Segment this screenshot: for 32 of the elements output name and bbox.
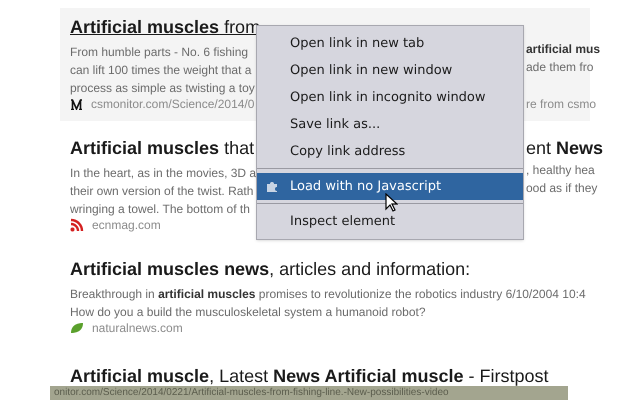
menu-item[interactable]: Inspect element — [257, 208, 523, 235]
snippet-text: ade them fro — [526, 59, 594, 76]
snippet-text: In the heart, as in the movies, 3D a — [70, 166, 256, 180]
menu-item[interactable]: Open link in incognito window — [257, 84, 523, 111]
snippet-text: artificial mus — [526, 41, 600, 58]
menu-item[interactable]: Copy link address — [257, 138, 523, 165]
cursor-icon — [385, 193, 398, 212]
snippet-text: From humble parts - No. 6 fishing — [70, 45, 248, 59]
source-url: ecnmag.com — [92, 217, 161, 234]
puzzle-icon — [266, 180, 279, 193]
source-url: naturalnews.com — [92, 320, 183, 337]
snippet-text: How do you a build the musculoskeletal system a humanoid robot? — [70, 305, 426, 319]
snippet-text: ood as if they — [526, 180, 598, 197]
snippet-text: process as simple as twisting a toy — [70, 81, 255, 95]
result-title-link[interactable]: Artificial muscles that — [70, 138, 254, 158]
snippet-text: can lift 100 times the weight that a — [70, 63, 252, 77]
rss-icon — [70, 218, 84, 232]
source-url: re from csmo — [526, 96, 596, 113]
result-title-link[interactable]: Artificial muscles news, articles and information: — [70, 259, 470, 279]
menu-item[interactable]: Save link as... — [257, 111, 523, 138]
result-title-fragment: ent News — [526, 137, 604, 159]
snippet-text: Breakthrough in artificial muscles promises to revolutionize the robotics industry 6/10/2004 10:4 — [70, 287, 586, 301]
snippet-text: their own version of the twist. Rath — [70, 184, 254, 198]
status-bar: onitor.com/Science/2014/0221/Artificial-muscles-from-fishing-line.-New-possibilities-video — [50, 386, 568, 400]
result-title-link[interactable]: Artificial muscle, Latest News Artificial muscle - Firstpost — [70, 366, 549, 386]
leaf-icon — [70, 322, 84, 334]
snippet-text: wringing a towel. The bottom of th — [70, 202, 250, 216]
m-logo-icon — [70, 98, 83, 110]
source-url: csmonitor.com/Science/2014/0 — [91, 96, 254, 113]
snippet-text: , healthy hea — [526, 162, 595, 179]
menu-item[interactable]: Open link in new window — [257, 57, 523, 84]
menu-item[interactable]: Open link in new tab — [257, 30, 523, 57]
